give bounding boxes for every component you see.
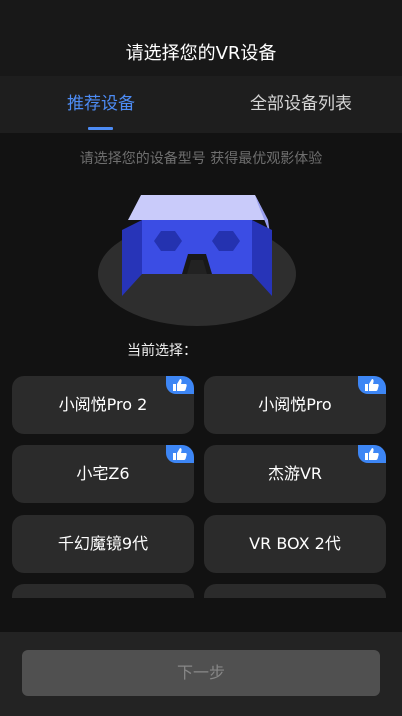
device-card[interactable]: 小阅悦Pro xyxy=(204,376,386,434)
page-title: 请选择您的VR设备 xyxy=(125,43,277,64)
tab-all-devices[interactable]: 全部设备列表 xyxy=(250,76,352,133)
hint-text: 请选择您的设备型号 获得最优观影体验 xyxy=(79,151,323,167)
tab-bar: 推荐设备 全部设备列表 xyxy=(0,76,402,133)
vr-headset-icon xyxy=(98,190,298,330)
footer-bar: 下一步 xyxy=(0,632,402,716)
device-card[interactable] xyxy=(204,584,386,598)
next-button[interactable]: 下一步 xyxy=(22,650,380,696)
thumbs-up-icon xyxy=(358,376,386,394)
device-card[interactable]: VR BOX 2代 xyxy=(204,515,386,573)
tab-active-indicator xyxy=(88,127,113,130)
thumbs-up-icon xyxy=(166,376,194,394)
device-name xyxy=(204,584,386,598)
device-card[interactable]: 杰游VR xyxy=(204,445,386,503)
device-name: VR BOX 2代 xyxy=(249,534,341,553)
device-grid: 小阅悦Pro 2 小阅悦Pro 小宅Z6 杰游VR 千幻魔镜9代 VR BOX … xyxy=(0,376,402,598)
app-header: 请选择您的VR设备 xyxy=(0,0,402,76)
device-card[interactable]: 千幻魔镜9代 xyxy=(12,515,194,573)
device-card[interactable]: 小阅悦Pro 2 xyxy=(12,376,194,434)
device-name xyxy=(12,584,194,598)
tab-recommended[interactable]: 推荐设备 xyxy=(67,76,135,133)
device-card[interactable]: 小宅Z6 xyxy=(12,445,194,503)
thumbs-up-icon xyxy=(358,445,386,463)
thumbs-up-icon xyxy=(166,445,194,463)
current-selection-label: 当前选择： xyxy=(127,343,197,359)
device-card[interactable] xyxy=(12,584,194,598)
device-name: 千幻魔镜9代 xyxy=(57,534,149,553)
